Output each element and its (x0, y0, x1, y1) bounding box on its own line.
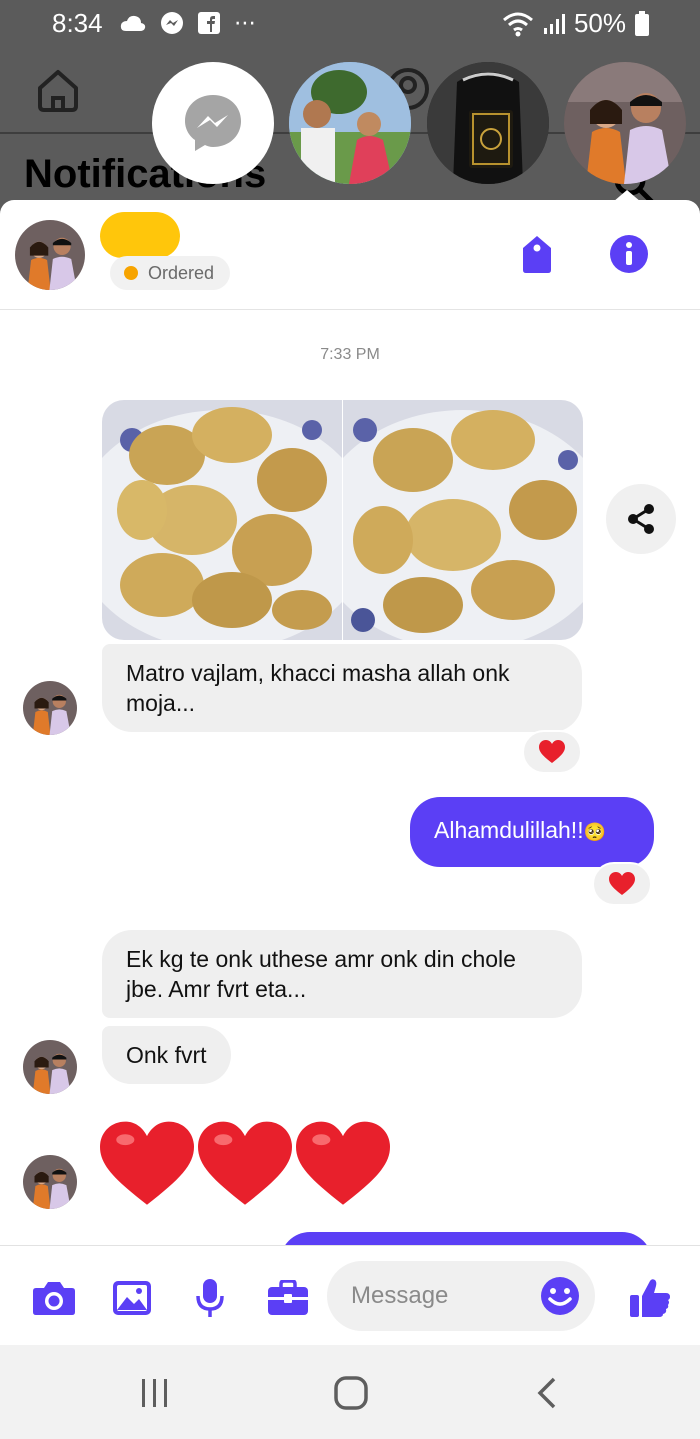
sender-avatar[interactable] (23, 681, 77, 735)
heart-reaction-icon (609, 872, 635, 895)
briefcase-icon (268, 1280, 308, 1315)
contact-avatar[interactable] (15, 220, 85, 290)
message-timestamp: 7:33 PM (320, 346, 380, 363)
share-icon (628, 504, 654, 534)
heart-emoji-icon (198, 1121, 292, 1205)
camera-icon (33, 1282, 75, 1315)
messenger-status-icon (161, 12, 183, 34)
cloud-icon (120, 15, 146, 31)
label-status-dot (124, 266, 138, 280)
conversation-info-button[interactable] (609, 234, 649, 274)
food-photo (343, 400, 583, 640)
battery-icon (635, 10, 649, 36)
chat-head-avatar-active[interactable] (564, 62, 686, 184)
recent-apps-button[interactable] (130, 1373, 180, 1413)
status-bar: 8:34 ⋯ 50% (0, 0, 700, 52)
reaction-badge[interactable] (522, 730, 582, 774)
system-navigation-bar (0, 1345, 700, 1439)
chat-panel: Ordered 7:33 PM Matro vajlam, khacci mas… (0, 200, 700, 1345)
redacted-contact-name (100, 212, 180, 258)
big-hearts-message[interactable] (100, 1120, 390, 1210)
back-button[interactable] (522, 1373, 572, 1413)
home-button[interactable] (326, 1373, 376, 1413)
smiley-icon (541, 1277, 579, 1315)
notification-icons: ⋯ (120, 10, 256, 36)
gallery-button[interactable] (109, 1276, 155, 1320)
battery-percent: 50% (573, 8, 626, 38)
image-icon (113, 1281, 151, 1315)
chat-head-avatar-couple[interactable] (289, 62, 411, 184)
order-label-text: Ordered (148, 263, 215, 283)
business-tools-button[interactable] (265, 1276, 311, 1320)
home-nav-icon (334, 1376, 368, 1410)
facebook-status-icon (198, 12, 220, 34)
recent-apps-icon (142, 1379, 167, 1407)
avatar-photo (23, 1155, 77, 1209)
chips-photo-2[interactable] (343, 400, 583, 640)
food-photo (102, 400, 342, 640)
reaction-badge[interactable] (592, 862, 652, 906)
message-bubble-incoming[interactable]: Ek kg te onk uthese amr onk din chole jb… (102, 930, 582, 1018)
message-text: Onk fvrt (126, 1042, 207, 1068)
message-text: Ek kg te onk uthese amr onk din chole jb… (126, 946, 516, 1002)
back-icon (537, 1377, 556, 1409)
camera-button[interactable] (31, 1276, 77, 1320)
message-bubble-incoming[interactable]: Onk fvrt (102, 1026, 231, 1084)
wifi-icon (502, 12, 533, 36)
label-tag-button[interactable] (517, 234, 557, 274)
message-bubble-outgoing[interactable]: Alhamdulillah!!🥺 (410, 797, 654, 867)
avatar-photo (23, 1040, 77, 1094)
avatar-photo (23, 681, 77, 735)
info-icon (610, 235, 648, 273)
heart-emoji-icon (296, 1121, 390, 1205)
chips-photo-1[interactable] (102, 400, 342, 640)
order-label-chip[interactable]: Ordered (110, 256, 231, 290)
pleading-face-emoji: 🥺 (583, 822, 607, 842)
status-time: 8:34 (52, 8, 103, 38)
chat-header: Ordered (0, 200, 700, 310)
home-icon (38, 70, 78, 112)
avatar-photo (289, 62, 411, 184)
emoji-button[interactable] (540, 1276, 580, 1316)
share-button[interactable] (606, 484, 676, 554)
like-button[interactable] (627, 1276, 673, 1320)
status-right: 50% (502, 8, 650, 39)
messenger-icon (185, 95, 241, 151)
voice-button[interactable] (187, 1276, 233, 1320)
message-text: Matro vajlam, khacci masha allah onk moj… (126, 660, 510, 716)
message-bubble-incoming[interactable]: Matro vajlam, khacci masha allah onk moj… (102, 644, 582, 732)
message-composer (0, 1245, 700, 1345)
thumbs-up-icon (630, 1279, 670, 1317)
more-notifications: ⋯ (234, 10, 256, 35)
microphone-icon (196, 1279, 224, 1317)
heart-emoji-icon (100, 1121, 194, 1205)
signal-icon (543, 13, 565, 34)
message-text: Alhamdulillah!! (434, 817, 584, 843)
messenger-chat-head[interactable] (152, 62, 274, 184)
heart-reaction-icon (539, 740, 565, 763)
tag-icon (523, 236, 551, 273)
sender-avatar[interactable] (23, 1040, 77, 1094)
avatar-photo (15, 220, 85, 290)
avatar-photo (427, 62, 549, 184)
chat-head-avatar-quran[interactable] (427, 62, 549, 184)
avatar-photo (564, 62, 686, 184)
sender-avatar[interactable] (23, 1155, 77, 1209)
